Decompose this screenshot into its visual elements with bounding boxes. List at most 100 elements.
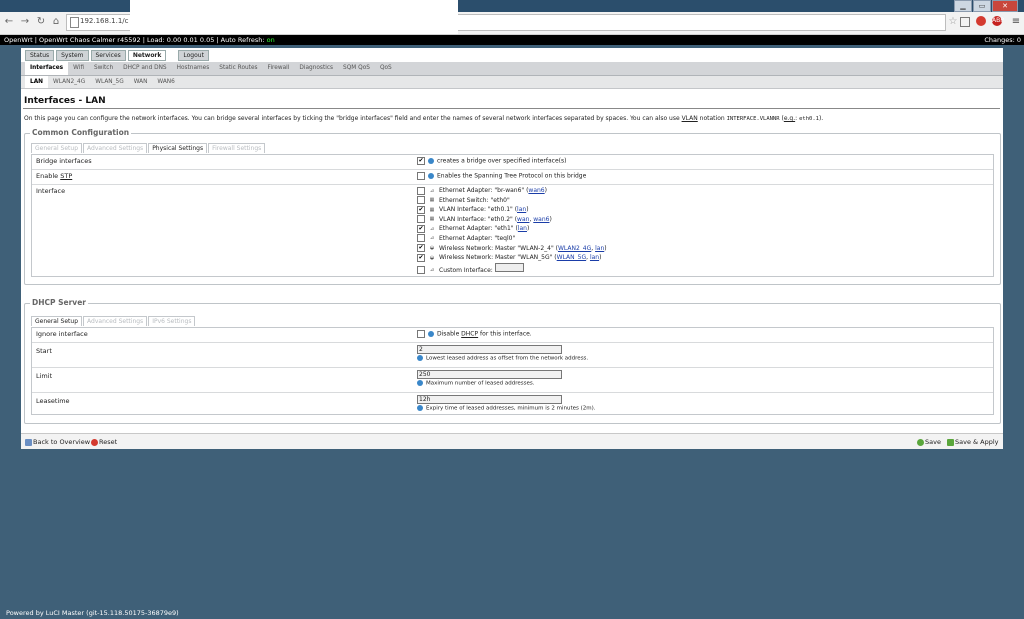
tab-firewall-settings[interactable]: Firewall Settings <box>208 143 266 153</box>
subnav-qos[interactable]: QoS <box>375 62 397 75</box>
subnav-wifi[interactable]: Wifi <box>68 62 89 75</box>
link-lan[interactable]: lan <box>517 206 526 213</box>
interface-item-teql0[interactable]: ⊿ Ethernet Adapter: "teql0" <box>417 234 607 244</box>
ifnav-wan[interactable]: WAN <box>129 76 153 88</box>
subnav-interfaces[interactable]: Interfaces <box>25 62 69 75</box>
extension-icon[interactable] <box>960 17 970 27</box>
save-apply-button[interactable]: Save & Apply <box>947 438 999 446</box>
page-title: Interfaces - LAN <box>24 96 106 106</box>
link-wlan-5g[interactable]: WLAN_5G <box>557 254 586 261</box>
adblock-icon[interactable]: ABP <box>992 16 1004 26</box>
enable-stp-value: Enables the Spanning Tree Protocol on th… <box>417 172 586 180</box>
bridge-interfaces-value: ✔ creates a bridge over specified interfa… <box>417 157 567 165</box>
close-button[interactable]: ✕ <box>992 0 1018 12</box>
ethernet-adapter-icon: ⊿ <box>429 225 435 232</box>
opera-extension-icon[interactable] <box>976 16 986 26</box>
save-icon <box>917 438 924 446</box>
interface-item-wlan-5g[interactable]: ✔ ◒ Wireless Network: Master "WLAN_5G" (WL… <box>417 253 607 263</box>
leasetime-input[interactable]: 12h <box>417 395 562 404</box>
reload-icon[interactable]: ↻ <box>35 16 47 28</box>
minimize-button[interactable]: ▁ <box>954 0 972 12</box>
bridge-interfaces-row: Bridge interfaces ✔ creates a bridge over… <box>32 155 993 170</box>
changes-count[interactable]: Changes: 0 <box>984 35 1021 45</box>
link-lan[interactable]: lan <box>595 245 604 252</box>
forward-arrow-icon[interactable]: → <box>19 16 31 28</box>
info-icon <box>417 380 423 386</box>
tab-logout[interactable]: Logout <box>178 50 209 61</box>
interface-item-eth0-1[interactable]: ✔ ▦ VLAN Interface: "eth0.1" (lan) <box>417 205 607 215</box>
tab-services[interactable]: Services <box>90 50 126 61</box>
interface-item-br-wan6[interactable]: ⊿ Ethernet Adapter: "br-wan6" (wan6) <box>417 186 607 196</box>
ifnav-wlan-5g[interactable]: WLAN_5G <box>90 76 128 88</box>
common-config-tabs: General Setup Advanced Settings Physical… <box>31 143 266 153</box>
interface-checkbox[interactable] <box>417 186 425 195</box>
ignore-interface-row: Ignore interface Disable DHCP for this i… <box>32 328 993 343</box>
subnav-firewall[interactable]: Firewall <box>263 62 295 75</box>
interface-checkbox[interactable] <box>417 196 425 205</box>
subnav-hostnames[interactable]: Hostnames <box>172 62 215 75</box>
start-value: 2 Lowest leased address as offset from t… <box>417 345 589 362</box>
link-lan[interactable]: lan <box>590 254 599 261</box>
tab-system[interactable]: System <box>56 50 89 61</box>
limit-input[interactable]: 250 <box>417 370 562 379</box>
back-arrow-icon[interactable]: ← <box>3 16 15 28</box>
start-input[interactable]: 2 <box>417 345 562 354</box>
vlan-icon: ▦ <box>429 206 435 213</box>
link-wlan2-4g[interactable]: WLAN2_4G <box>558 245 591 252</box>
tab-advanced-settings[interactable]: Advanced Settings <box>83 143 148 153</box>
interface-item-eth0[interactable]: ▦ Ethernet Switch: "eth0" <box>417 196 607 206</box>
tab-general-setup[interactable]: General Setup <box>31 143 83 153</box>
interface-checkbox[interactable] <box>417 234 425 243</box>
interface-label: Interface <box>36 187 66 195</box>
tab-dhcp-ipv6-settings[interactable]: IPv6 Settings <box>148 316 196 326</box>
ignore-interface-checkbox[interactable] <box>417 330 425 338</box>
interface-item-eth0-2[interactable]: ▦ VLAN Interface: "eth0.2" (wan, wan6) <box>417 215 607 225</box>
tab-status[interactable]: Status <box>25 50 55 61</box>
url-text[interactable]: 192.168.1.1/c <box>80 17 129 25</box>
tab-dhcp-general-setup[interactable]: General Setup <box>31 316 83 326</box>
link-wan6[interactable]: wan6 <box>533 216 549 223</box>
auto-refresh-toggle[interactable]: on <box>267 36 275 44</box>
bookmark-star-icon[interactable]: ☆ <box>947 16 959 28</box>
dhcp-general-table: Ignore interface Disable DHCP for this i… <box>31 327 994 415</box>
ifnav-wan6[interactable]: WAN6 <box>152 76 179 88</box>
window-controls: ▁ ▭ ✕ <box>954 0 1018 12</box>
back-to-overview-button[interactable]: Back to Overview <box>25 438 90 446</box>
tab-network[interactable]: Network <box>127 50 167 61</box>
ignore-interface-label: Ignore interface <box>36 330 88 338</box>
maximize-button[interactable]: ▭ <box>973 0 991 12</box>
info-icon <box>417 355 423 361</box>
interface-checkbox[interactable]: ✔ <box>417 205 425 214</box>
interface-checkbox[interactable] <box>417 266 425 275</box>
ifnav-lan[interactable]: LAN <box>25 76 49 88</box>
start-row: Start 2 Lowest leased address as offset … <box>32 343 993 368</box>
interface-checkbox[interactable]: ✔ <box>417 244 425 253</box>
reset-button[interactable]: Reset <box>91 438 117 446</box>
interface-item-wlan-2-4[interactable]: ✔ ◒ Wireless Network: Master "WLAN-2_4" (W… <box>417 244 607 254</box>
apply-icon <box>947 438 954 446</box>
powered-by-footer: Powered by LuCI Master (git-15.118.50175… <box>6 609 179 617</box>
subnav-sqm-qos[interactable]: SQM QoS <box>338 62 375 75</box>
ethernet-adapter-icon: ⊿ <box>429 267 435 274</box>
subnav-static-routes[interactable]: Static Routes <box>214 62 262 75</box>
enable-stp-checkbox[interactable] <box>417 172 425 180</box>
link-lan[interactable]: lan <box>518 225 527 232</box>
interface-checkbox[interactable]: ✔ <box>417 253 425 262</box>
link-wan6[interactable]: wan6 <box>528 187 544 194</box>
custom-interface-input[interactable] <box>494 262 524 272</box>
link-wan[interactable]: wan <box>517 216 529 223</box>
subnav-dhcp-dns[interactable]: DHCP and DNS <box>118 62 171 75</box>
menu-icon[interactable]: ≡ <box>1010 16 1022 28</box>
bridge-interfaces-checkbox[interactable]: ✔ <box>417 157 425 165</box>
subnav-switch[interactable]: Switch <box>89 62 118 75</box>
save-button[interactable]: Save <box>917 438 941 446</box>
tab-physical-settings[interactable]: Physical Settings <box>148 143 208 153</box>
interface-item-eth1[interactable]: ✔ ⊿ Ethernet Adapter: "eth1" (lan) <box>417 224 607 234</box>
subnav-diagnostics[interactable]: Diagnostics <box>294 62 338 75</box>
ifnav-wlan2-4g[interactable]: WLAN2_4G <box>48 76 90 88</box>
home-icon[interactable]: ⌂ <box>50 16 62 28</box>
interface-checkbox[interactable]: ✔ <box>417 224 425 233</box>
interface-item-custom[interactable]: ⊿ Custom Interface: <box>417 262 607 275</box>
tab-dhcp-advanced-settings[interactable]: Advanced Settings <box>83 316 148 326</box>
interface-checkbox[interactable] <box>417 215 425 224</box>
